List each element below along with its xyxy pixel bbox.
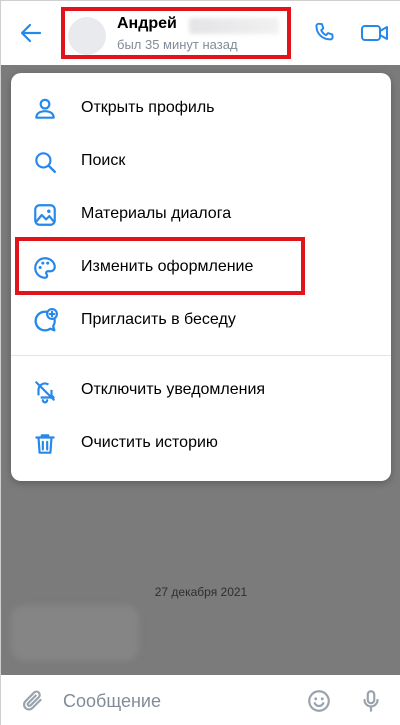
paperclip-icon (23, 690, 42, 711)
voice-message-button[interactable] (357, 687, 385, 715)
attach-button[interactable] (19, 687, 47, 715)
annotation-highlight (15, 237, 305, 295)
message-bubble (11, 605, 139, 661)
emoji-button[interactable] (305, 687, 333, 715)
menu-item-search[interactable]: Поиск (11, 138, 391, 186)
menu-item-invite[interactable]: Пригласить в беседу (11, 297, 391, 345)
contact-status: был 35 минут назад (117, 37, 238, 52)
menu-item-mute-notifications[interactable]: Отключить уведомления (11, 367, 391, 415)
image-icon (31, 201, 59, 229)
menu-item-label: Отключить уведомления (81, 381, 266, 398)
back-button[interactable] (15, 17, 47, 49)
search-icon (31, 148, 59, 176)
call-button[interactable] (309, 17, 341, 49)
redacted-surname (189, 18, 279, 34)
menu-divider (11, 355, 391, 356)
message-composer: Сообщение (1, 675, 400, 725)
user-icon (31, 95, 59, 123)
menu-item-label: Очистить историю (81, 434, 218, 451)
menu-item-label: Открыть профиль (81, 99, 215, 116)
menu-item-attachments[interactable]: Материалы диалога (11, 191, 391, 239)
date-separator: 27 декабря 2021 (154, 585, 248, 599)
video-call-button[interactable] (357, 17, 393, 49)
microphone-icon (363, 690, 379, 712)
chat-header: Андрей был 35 минут назад (1, 1, 400, 65)
menu-item-label: Пригласить в беседу (81, 311, 236, 328)
video-camera-icon (361, 25, 388, 41)
contact-header-button[interactable]: Андрей был 35 минут назад (61, 7, 291, 59)
message-input[interactable]: Сообщение (63, 691, 161, 712)
phone-icon (315, 22, 334, 41)
chat-add-icon (31, 307, 59, 335)
menu-item-clear-history[interactable]: Очистить историю (11, 420, 391, 468)
menu-item-open-profile[interactable]: Открыть профиль (11, 85, 391, 133)
avatar (68, 17, 106, 55)
notifications-off-icon (31, 377, 59, 405)
contact-name: Андрей (117, 15, 177, 32)
menu-item-label: Поиск (81, 152, 126, 169)
trash-icon (31, 430, 59, 458)
arrow-left-icon (20, 23, 42, 43)
screen-frame: Андрей был 35 минут назад 27 декабря 202… (0, 0, 400, 725)
menu-item-label: Материалы диалога (81, 205, 232, 222)
smile-icon (308, 690, 330, 712)
